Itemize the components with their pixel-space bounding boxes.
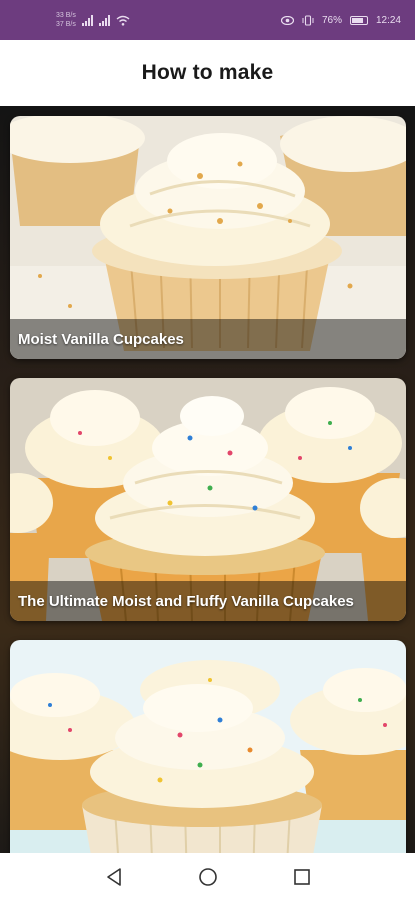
home-button[interactable] xyxy=(196,865,220,889)
app-bar: How to make xyxy=(0,40,415,106)
recipe-image xyxy=(10,640,406,853)
recipe-card[interactable] xyxy=(10,640,406,853)
net-speed-top: 33 B/s xyxy=(56,12,76,19)
vibrate-icon xyxy=(302,14,314,26)
recents-button[interactable] xyxy=(290,865,314,889)
eye-icon xyxy=(280,15,294,25)
net-speed-bottom: 37 B/s xyxy=(56,21,76,28)
recents-icon xyxy=(293,868,310,885)
recipe-title: The Ultimate Moist and Fluffy Vanilla Cu… xyxy=(10,581,406,621)
recipe-list[interactable]: Moist Vanilla Cupcakes The Ultimate Mois… xyxy=(0,106,415,853)
status-bar: 33 B/s 37 B/s 76% 12:24 xyxy=(0,0,415,40)
recipe-title: Moist Vanilla Cupcakes xyxy=(10,319,406,359)
recipe-card[interactable]: The Ultimate Moist and Fluffy Vanilla Cu… xyxy=(10,378,406,621)
signal-2-icon xyxy=(98,14,110,26)
clock: 12:24 xyxy=(375,14,401,26)
navigation-bar xyxy=(0,853,415,900)
status-right: 76% 12:24 xyxy=(280,14,401,26)
signal-icon xyxy=(81,14,93,26)
status-left: 33 B/s 37 B/s xyxy=(56,11,130,29)
wifi-icon xyxy=(116,15,130,26)
back-button[interactable] xyxy=(102,865,126,889)
recipe-card[interactable]: Moist Vanilla Cupcakes xyxy=(10,116,406,359)
network-speed: 33 B/s 37 B/s xyxy=(56,11,76,29)
page-title: How to make xyxy=(141,61,274,84)
battery-percent: 76% xyxy=(321,14,342,26)
battery-icon xyxy=(349,15,368,25)
home-icon xyxy=(198,867,217,886)
back-icon xyxy=(106,867,121,886)
